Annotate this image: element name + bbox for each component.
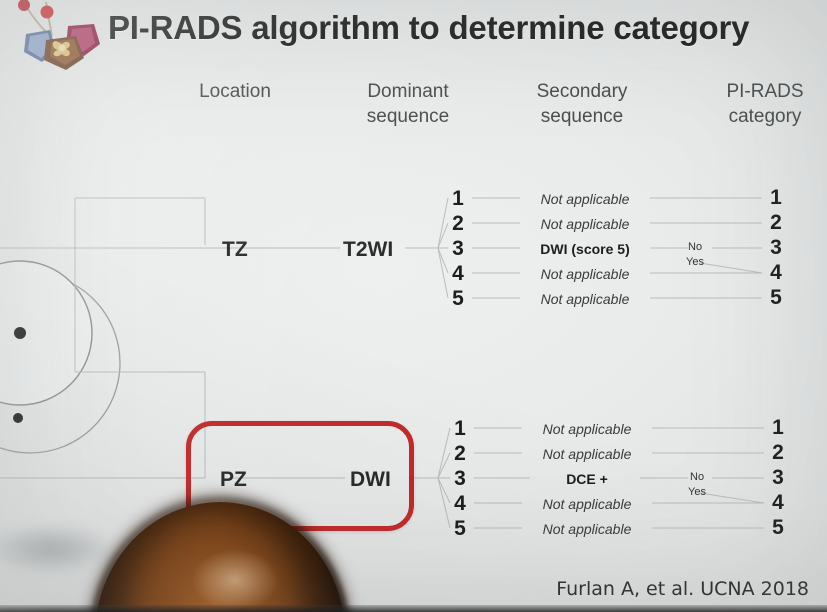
pirads-category-number: 4 — [770, 261, 782, 284]
chocolates-photo-icon — [6, 0, 112, 72]
location-label-pz: PZ — [220, 468, 247, 491]
score-number: 5 — [452, 287, 464, 310]
tz-lesion-dot — [14, 327, 26, 339]
bottom-edge-shadow — [0, 605, 827, 612]
pirads-category-number: 1 — [772, 416, 784, 439]
secondary-sequence-cell: Not applicable — [542, 521, 632, 537]
slide-title: PI-RADS algorithm to determine category — [108, 9, 750, 46]
score-number: 2 — [452, 212, 464, 235]
pirads-category-number: 3 — [772, 466, 784, 489]
branch-label-yes: Yes — [688, 486, 706, 498]
location-label-tz: TZ — [222, 238, 248, 261]
score-number: 5 — [454, 517, 466, 540]
column-header-dominant-sequence: Dominant sequence — [366, 81, 450, 127]
transition-zone-outline — [0, 260, 93, 406]
secondary-sequence-cell: Not applicable — [540, 191, 630, 207]
pz-lesion-dot — [13, 413, 23, 423]
secondary-sequence-cell: Not applicable — [542, 421, 632, 437]
score-number: 3 — [454, 467, 466, 490]
foreground-blur — [0, 526, 110, 572]
pirads-category-number: 1 — [770, 186, 782, 209]
score-number: 2 — [454, 442, 466, 465]
pirads-category-number: 4 — [772, 491, 784, 514]
secondary-sequence-cell: DWI (score 5) — [540, 241, 630, 257]
secondary-sequence-cell: Not applicable — [540, 216, 630, 232]
score-number: 1 — [454, 417, 466, 440]
citation-text: Furlan A, et al. UCNA 2018 — [556, 578, 809, 600]
pirads-category-number: 3 — [770, 236, 782, 259]
branch-label-yes: Yes — [686, 256, 704, 268]
pirads-category-number: 2 — [772, 441, 784, 464]
score-number: 4 — [452, 262, 464, 285]
pirads-category-number: 2 — [770, 211, 782, 234]
column-header-secondary-sequence: Secondary sequence — [536, 81, 628, 127]
branch-label-no: No — [688, 241, 703, 253]
secondary-sequence-cell: Not applicable — [542, 446, 632, 462]
pirads-category-number: 5 — [770, 286, 782, 309]
dominant-sequence-label-t2wi: T2WI — [343, 238, 394, 261]
branch-label-no: No — [690, 471, 705, 483]
score-number: 1 — [452, 187, 464, 210]
secondary-sequence-cell: DCE + — [566, 471, 608, 487]
column-header-location: Location — [199, 81, 271, 102]
secondary-sequence-cell: Not applicable — [540, 266, 630, 282]
score-number: 3 — [452, 237, 464, 260]
dominant-sequence-label-dwi: DWI — [350, 468, 391, 491]
prostate-zone-schematic — [0, 255, 170, 490]
score-number: 4 — [454, 492, 466, 515]
secondary-sequence-cell: Not applicable — [542, 496, 632, 512]
column-header-pirads-category: PI-RADS category — [726, 81, 804, 127]
presentation-slide: PI-RADS algorithm to determine category … — [0, 0, 827, 612]
pirads-category-number: 5 — [772, 516, 784, 539]
secondary-sequence-cell: Not applicable — [540, 291, 630, 307]
